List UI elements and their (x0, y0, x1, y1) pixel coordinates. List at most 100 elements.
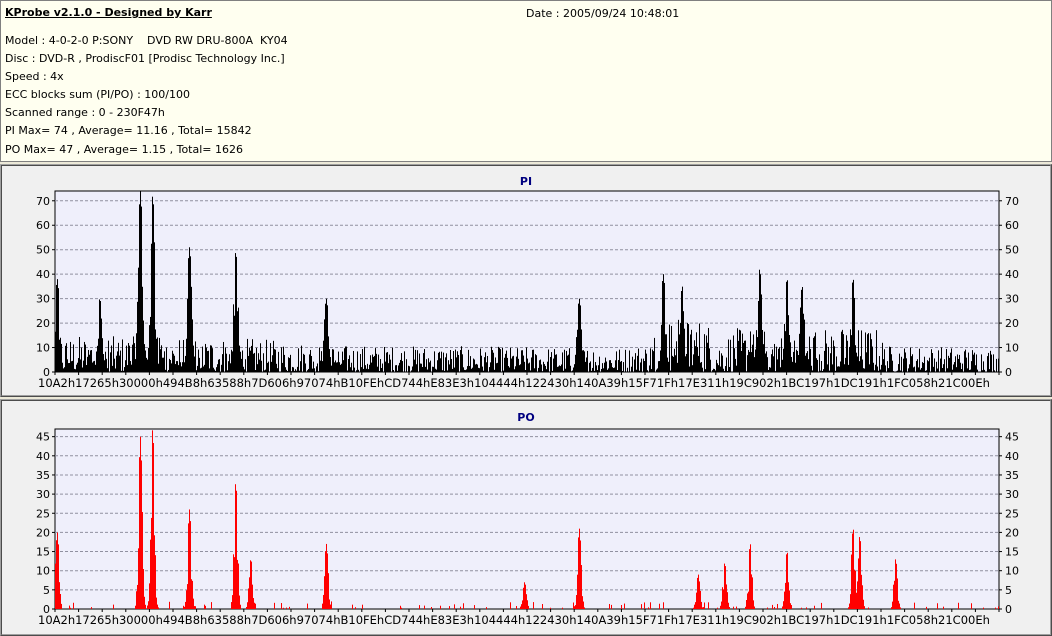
po-bar (113, 604, 114, 609)
pi-bar (127, 365, 128, 372)
pi-bar (698, 355, 699, 372)
po-bar (896, 563, 897, 609)
po-bar (424, 605, 425, 609)
y-tick-label-left: 10 (36, 565, 50, 578)
pi-bar (219, 359, 220, 372)
po-bar (720, 605, 721, 609)
pi-bar (63, 368, 64, 372)
po-bar (806, 607, 807, 609)
pi-bar (131, 364, 132, 372)
pi-bar (965, 349, 966, 372)
pi-bar (176, 361, 177, 372)
po-bar (211, 602, 212, 609)
pi-bar (263, 353, 264, 372)
po-bar (861, 574, 862, 609)
pi-bar (949, 357, 950, 372)
pi-bar (185, 355, 186, 372)
pi-bar (210, 345, 211, 372)
po-bar (786, 554, 787, 609)
pi-bar (247, 338, 248, 372)
pi-bar (68, 363, 69, 372)
pi-bar (596, 365, 597, 372)
pi-bar (760, 274, 761, 372)
po-bar (787, 552, 788, 609)
pi-bar (759, 269, 760, 372)
pi-bar (672, 355, 673, 372)
pi-bar (608, 368, 609, 372)
pi-bar (428, 358, 429, 372)
pi-bar (825, 330, 826, 372)
x-tick-label: 1FC058h (886, 613, 939, 627)
po-bar (147, 605, 148, 609)
pi-bar (473, 358, 474, 372)
po-bar (729, 606, 730, 609)
pi-bar (866, 352, 867, 372)
pi-bar (180, 362, 181, 372)
pi-bar (810, 348, 811, 372)
pi-bar (477, 364, 478, 372)
pi-bar (972, 350, 973, 372)
pi-bar (363, 368, 364, 372)
po-bar (149, 583, 150, 609)
po-bar (400, 605, 401, 609)
pi-bar (745, 340, 746, 372)
pi-bar (290, 354, 291, 372)
pi-bar (848, 364, 849, 372)
pi-bar (124, 367, 125, 372)
pi-bar (822, 370, 823, 372)
pi-bar (859, 361, 860, 372)
pi-bar (74, 368, 75, 372)
pi-bar (880, 369, 881, 372)
pi-bar (95, 364, 96, 372)
pi-bar (475, 364, 476, 372)
pi-bar (255, 370, 256, 372)
pi-bar (362, 349, 363, 372)
po-bar (576, 595, 577, 609)
pi-bar (77, 362, 78, 372)
po-bar (188, 523, 189, 609)
pi-bar (733, 335, 734, 372)
pi-bar (597, 370, 598, 372)
x-tick-label: 494B8h (162, 376, 208, 390)
pi-bar (277, 368, 278, 372)
pi-bar (798, 355, 799, 372)
pi-bar (881, 364, 882, 372)
po-bar (749, 549, 750, 609)
pi-bar (266, 339, 267, 372)
pi-bar (805, 355, 806, 372)
pi-bar (447, 370, 448, 372)
pi-bar (458, 354, 459, 372)
pi-bar (960, 362, 961, 372)
pi-bar (964, 351, 965, 372)
po-bar (136, 591, 137, 609)
pi-bar (873, 362, 874, 372)
pi-bar (921, 367, 922, 372)
pi-bar (908, 368, 909, 372)
pi-bar (707, 342, 708, 372)
pi-bar (797, 350, 798, 372)
pi-bar (942, 367, 943, 372)
pi-bar (303, 353, 304, 372)
po-chart-panel: PO 0 0 5 5 10 10 15 15 20 20 25 25 30 30 35 35 40 40 45 45 … (0, 399, 1052, 636)
pi-bar (229, 354, 230, 372)
pi-bar (343, 360, 344, 372)
pi-bar (446, 353, 447, 372)
pi-bar (752, 344, 753, 372)
pi-bar (87, 356, 88, 372)
po-bar (849, 603, 850, 609)
x-tick-label: 97074h (296, 613, 341, 627)
po-bar (58, 544, 59, 609)
pi-bar (662, 281, 663, 372)
pi-bar (550, 357, 551, 372)
y-tick-label-right: 5 (1005, 584, 1012, 597)
pi-bar (404, 351, 405, 372)
pi-bar (799, 333, 800, 372)
pi-bar (767, 357, 768, 372)
pi-bar (399, 362, 400, 372)
pi-bar (354, 367, 355, 372)
pi-bar (90, 350, 91, 372)
pi-bar (619, 349, 620, 372)
pi-bar (81, 347, 82, 372)
pi-bar (527, 358, 528, 372)
po-bar (524, 582, 525, 609)
